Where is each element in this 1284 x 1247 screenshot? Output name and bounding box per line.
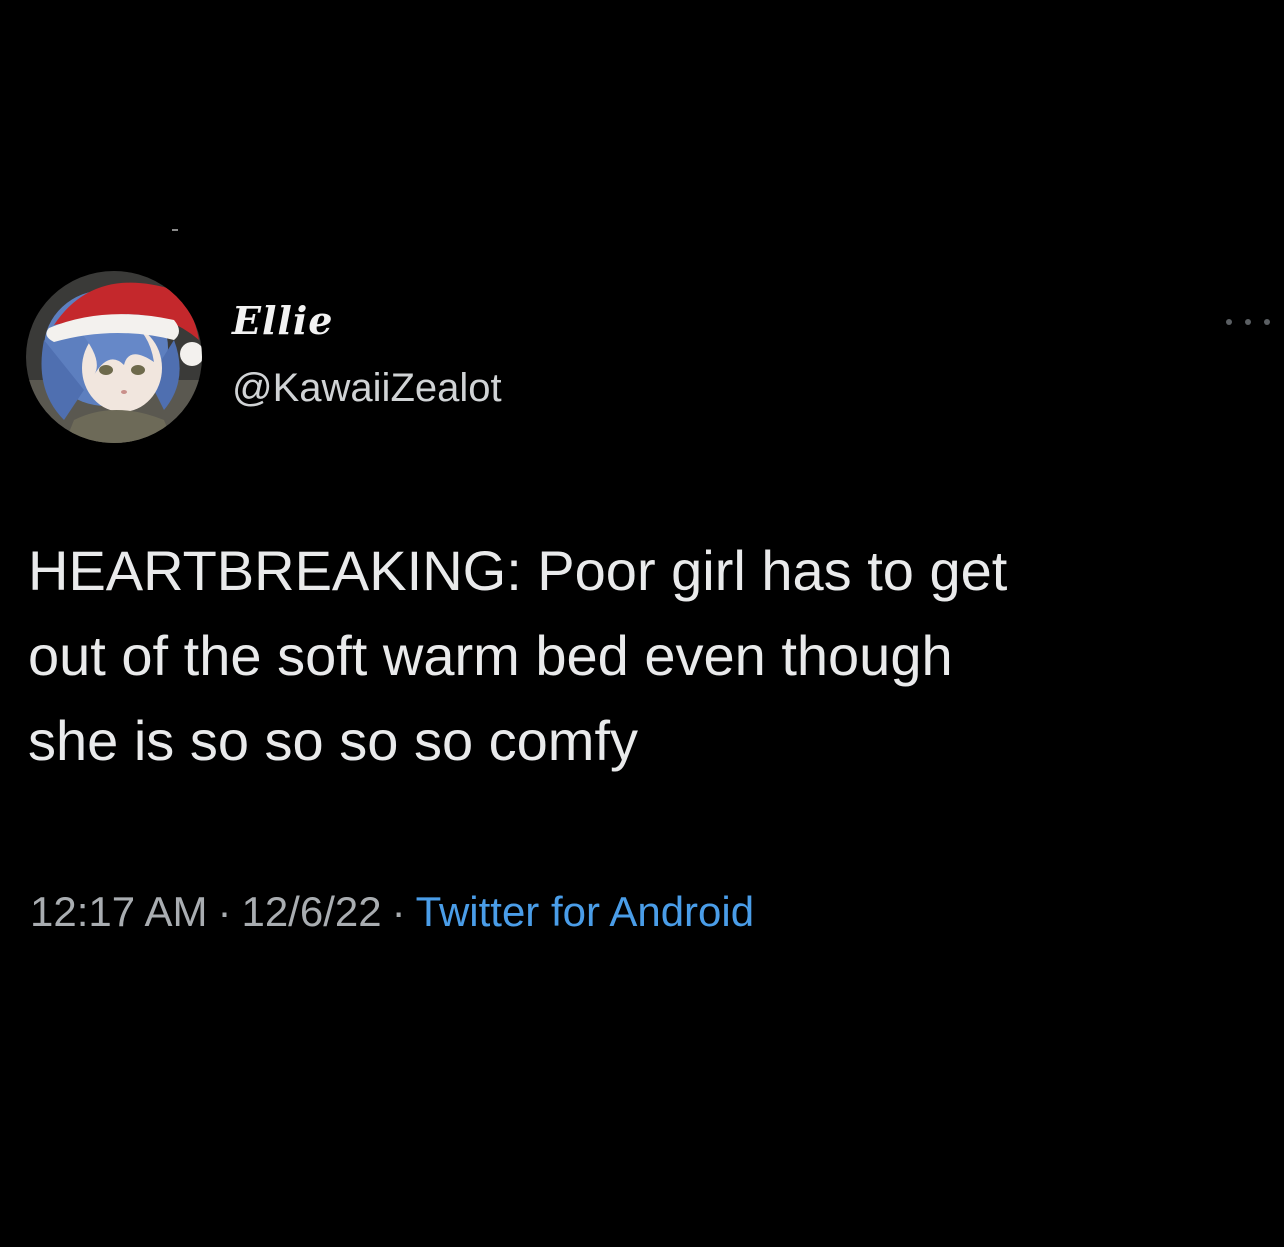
avatar[interactable] [24, 270, 204, 445]
avatar-image [26, 271, 202, 443]
tweet-text-line: HEARTBREAKING: Poor girl has to get [28, 539, 1008, 602]
tweet-date[interactable]: 12/6/22 [241, 888, 381, 935]
tweet-text: HEARTBREAKING: Poor girl has to get out … [28, 528, 1258, 783]
more-dot [1264, 319, 1270, 325]
user-handle[interactable]: @KawaiiZealot [232, 366, 502, 411]
more-options-icon[interactable] [1226, 312, 1270, 332]
more-dot [1226, 319, 1232, 325]
tweet-time[interactable]: 12:17 AM [30, 888, 207, 935]
more-dot [1245, 319, 1251, 325]
tweet-meta: 12:17 AM · 12/6/22 · Twitter for Android [30, 888, 754, 936]
tweet-source-link[interactable]: Twitter for Android [416, 888, 754, 935]
tweet-text-line: out of the soft warm bed even though [28, 624, 953, 687]
tweet-card: Ellie @KawaiiZealot HEARTBREAKING: Poor … [0, 0, 1284, 1247]
meta-separator: · [217, 888, 232, 935]
meta-separator: · [391, 888, 406, 935]
display-name[interactable]: Ellie [232, 298, 333, 343]
tweet-text-line: she is so so so so comfy [28, 709, 639, 772]
divider-mark [172, 229, 178, 231]
